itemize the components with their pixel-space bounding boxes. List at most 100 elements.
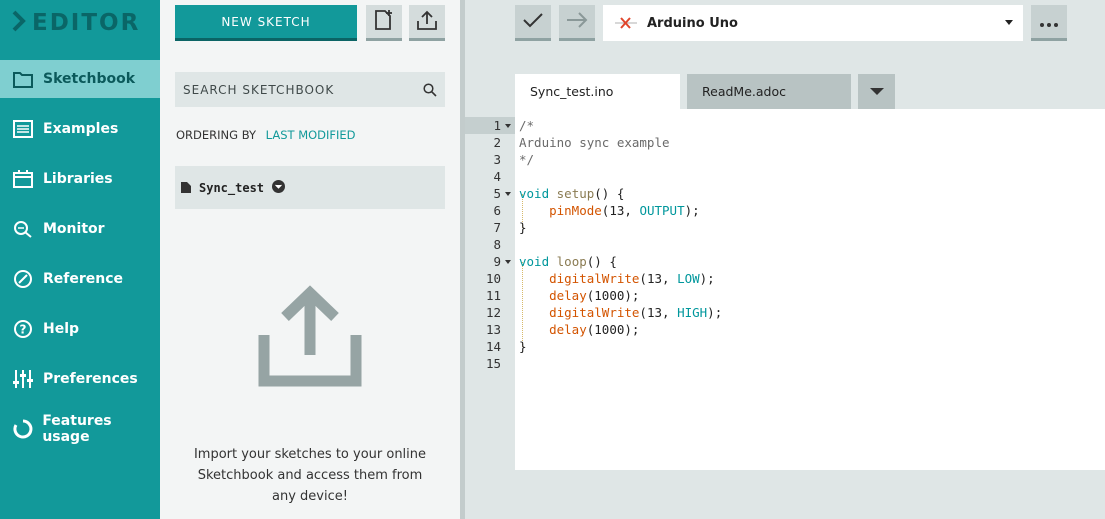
line-number: 9 (493, 254, 501, 269)
code-token: /* (519, 118, 535, 133)
nav-item-preferences[interactable]: Preferences (0, 360, 160, 398)
search-icon[interactable] (423, 82, 437, 101)
code-token: OUTPUT (639, 203, 685, 218)
code-token: digitalWrite (549, 271, 640, 286)
line-number: 2 (493, 135, 501, 150)
ordering-value-link[interactable]: LAST MODIFIED (266, 128, 356, 142)
code-token: Arduino sync example (519, 135, 670, 150)
nav-item-examples[interactable]: Examples (0, 110, 160, 148)
code-line: Arduino sync example (519, 134, 670, 151)
caret-down-icon (1005, 20, 1013, 25)
nav-item-libraries[interactable]: Libraries (0, 160, 160, 198)
verify-button[interactable] (515, 5, 551, 41)
compass-icon (12, 268, 34, 290)
sketchbook-panel: NEW SKETCH ORDERING BY LAST MODIFIED Syn… (160, 0, 460, 519)
monitor-icon (12, 218, 34, 240)
nav-item-label: Examples (43, 121, 119, 137)
nav-item-label: Monitor (43, 221, 105, 237)
upload-button[interactable] (559, 5, 595, 41)
code-line: /* (519, 117, 534, 134)
main-nav: EDITOR Sketchbook Examples Libraries Mon… (0, 0, 170, 519)
line-number: 12 (485, 305, 501, 320)
code-line: delay(1000); (519, 321, 639, 338)
code-token: loop (556, 254, 587, 269)
board-selector[interactable]: Arduino Uno (603, 5, 1023, 41)
line-number: 14 (485, 339, 501, 354)
tabs-menu-button[interactable] (858, 74, 895, 109)
code-token: (1000); (586, 322, 640, 337)
line-number: 10 (485, 271, 501, 286)
code-token: } (519, 339, 527, 354)
list-icon (12, 118, 34, 140)
code-token: (1000); (586, 288, 640, 303)
search-input[interactable] (183, 82, 413, 97)
code-editor[interactable]: /* Arduino sync example */ void setup() { p… (515, 109, 1105, 470)
editor-logo: EDITOR (12, 8, 140, 38)
line-number: 3 (493, 152, 501, 167)
import-sketch-button[interactable] (409, 5, 445, 41)
sketch-item[interactable]: Sync_test (175, 166, 445, 209)
code-token: ); (707, 305, 723, 320)
fold-arrow-icon[interactable] (505, 124, 511, 128)
nav-item-sketchbook[interactable]: Sketchbook (0, 60, 170, 98)
line-number: 8 (493, 237, 501, 252)
code-token: void (519, 186, 550, 201)
chevron-right-icon (12, 10, 26, 36)
fold-arrow-icon[interactable] (505, 192, 511, 196)
import-upload-icon (258, 285, 362, 387)
code-token: ); (684, 203, 700, 218)
sliders-icon (12, 368, 34, 390)
checkmark-icon (523, 12, 543, 32)
code-line: digitalWrite(13, HIGH); (519, 304, 722, 321)
code-token: delay (549, 288, 587, 303)
new-folder-button[interactable] (366, 5, 402, 41)
tab-sync-test[interactable]: Sync_test.ino (515, 74, 680, 109)
code-token: */ (519, 152, 535, 167)
line-number: 11 (485, 288, 501, 303)
code-token: (13, (601, 203, 640, 218)
nav-item-help[interactable]: ? Help (0, 310, 160, 348)
more-options-button[interactable] (1031, 5, 1067, 41)
svg-text:?: ? (20, 323, 27, 337)
code-line: void loop() { (519, 253, 617, 270)
line-number-gutter: 1 2 3 4 5 6 7 8 9 10 11 12 13 14 15 (465, 117, 515, 470)
code-token: HIGH (677, 305, 708, 320)
line-number: 4 (493, 169, 501, 184)
code-token: void (519, 254, 550, 269)
chevron-down-icon[interactable] (272, 178, 286, 197)
line-number: 15 (485, 356, 501, 371)
library-icon (12, 168, 34, 190)
code-token: ); (699, 271, 715, 286)
nav-item-label: Libraries (43, 171, 113, 187)
nav-item-label: Help (43, 321, 80, 337)
nav-item-features-usage[interactable]: Features usage (0, 410, 160, 448)
help-icon: ? (12, 318, 34, 340)
tab-readme[interactable]: ReadMe.adoc (687, 74, 851, 109)
nav-item-monitor[interactable]: Monitor (0, 210, 160, 248)
code-token: () { (594, 186, 625, 201)
ordering-label: ORDERING BY (176, 128, 257, 142)
new-sketch-button[interactable]: NEW SKETCH (175, 5, 357, 41)
code-token: setup (556, 186, 595, 201)
folder-icon (12, 68, 34, 90)
ordering-control: ORDERING BY LAST MODIFIED (176, 128, 356, 142)
fold-arrow-icon[interactable] (505, 260, 511, 264)
code-line: delay(1000); (519, 287, 639, 304)
code-token: digitalWrite (549, 305, 640, 320)
line-number: 5 (493, 186, 501, 201)
nav-item-reference[interactable]: Reference (0, 260, 160, 298)
code-line: digitalWrite(13, LOW); (519, 270, 715, 287)
sketch-name: Sync_test (199, 180, 265, 195)
code-token: delay (549, 322, 587, 337)
logo-text: EDITOR (32, 10, 141, 36)
code-line: */ (519, 151, 534, 168)
usage-ring-icon (12, 418, 33, 440)
code-line: pinMode(13, OUTPUT); (519, 202, 700, 219)
line-number: 13 (485, 322, 501, 337)
board-name: Arduino Uno (647, 15, 738, 31)
